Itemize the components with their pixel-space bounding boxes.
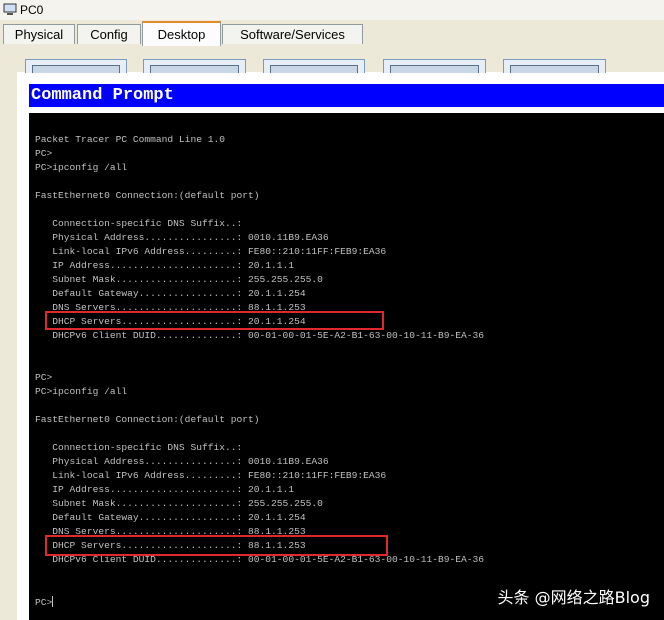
pc-icon [3, 3, 17, 15]
terminal-line: FastEthernet0 Connection:(default port) [35, 414, 260, 425]
text-cursor [52, 596, 54, 607]
terminal-line: Packet Tracer PC Command Line 1.0 [35, 134, 225, 145]
terminal-line: Link-local IPv6 Address.........: FE80::… [35, 246, 387, 257]
terminal-line: PC>ipconfig /all [35, 386, 128, 397]
command-prompt-terminal[interactable]: Packet Tracer PC Command Line 1.0 PC> PC>i… [29, 113, 664, 620]
tab-config[interactable]: Config [77, 24, 141, 44]
app-icon-4[interactable] [383, 59, 486, 73]
terminal-line: FastEthernet0 Connection:(default port) [35, 190, 260, 201]
tab-software-services[interactable]: Software/Services [222, 24, 363, 44]
app-icon-1[interactable] [25, 59, 127, 73]
terminal-line: Default Gateway.................: 20.1.1… [35, 288, 306, 299]
terminal-line: Connection-specific DNS Suffix..: [35, 442, 243, 453]
app-icon-2[interactable] [143, 59, 246, 73]
command-prompt-header: Command Prompt [29, 84, 664, 107]
terminal-line: IP Address......................: 20.1.1… [35, 484, 295, 495]
terminal-line: Connection-specific DNS Suffix..: [35, 218, 243, 229]
terminal-line: Subnet Mask.....................: 255.25… [35, 274, 323, 285]
desktop-app-icons [25, 59, 664, 73]
app-icon-5[interactable] [503, 59, 606, 73]
window-title: PC0 [20, 3, 44, 17]
terminal-line: PC> [35, 148, 53, 159]
terminal-line: IP Address......................: 20.1.1… [35, 260, 295, 271]
terminal-line: PC>ipconfig /all [35, 162, 128, 173]
terminal-line: Link-local IPv6 Address.........: FE80::… [35, 470, 387, 481]
highlight-box-dhcp-2 [45, 535, 388, 556]
terminal-line: DHCPv6 Client DUID..............: 00-01-… [35, 330, 485, 341]
title-bar: PC0 [0, 0, 664, 21]
terminal-line: Physical Address................: 0010.1… [35, 456, 329, 467]
terminal-line: Subnet Mask.....................: 255.25… [35, 498, 323, 509]
terminal-line: Default Gateway.................: 20.1.1… [35, 512, 306, 523]
tab-bar: Physical Config Desktop Software/Service… [0, 20, 664, 47]
app-icon-3[interactable] [263, 59, 365, 73]
terminal-line: PC> [35, 372, 53, 383]
terminal-line: PC> [35, 596, 54, 608]
highlight-box-dhcp-1 [45, 311, 384, 330]
tab-desktop[interactable]: Desktop [142, 21, 221, 46]
tab-physical[interactable]: Physical [3, 24, 75, 44]
terminal-line: Physical Address................: 0010.1… [35, 232, 329, 243]
watermark: 头条 @网络之路Blog [497, 588, 650, 607]
